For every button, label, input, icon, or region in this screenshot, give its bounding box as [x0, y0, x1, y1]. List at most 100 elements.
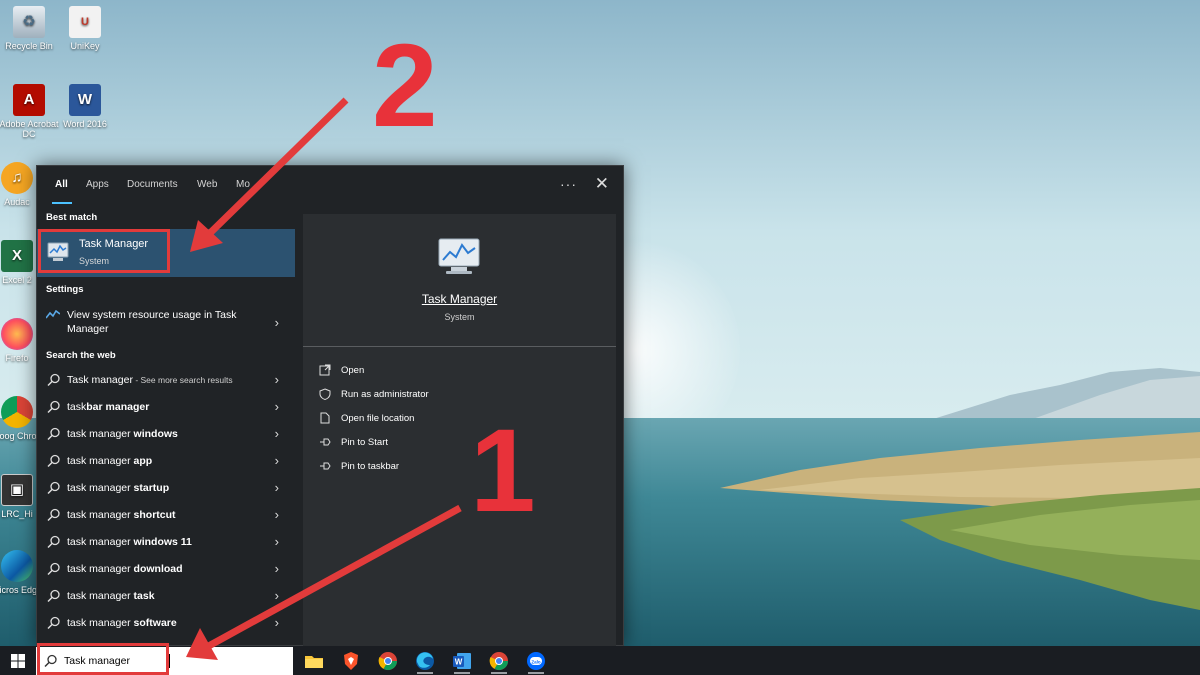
chevron-right-icon[interactable]: › [275, 480, 279, 495]
web-result[interactable]: task manager app › [37, 448, 295, 475]
running-indicator [528, 672, 544, 674]
chevron-right-icon[interactable]: › [275, 426, 279, 441]
web-result-completion: shortcut [130, 509, 176, 521]
web-result-prefix: task [67, 401, 87, 413]
tab-documents[interactable]: Documents [127, 179, 178, 190]
web-result[interactable]: task manager task › [37, 583, 295, 610]
word-icon[interactable]: W [451, 650, 473, 672]
file-location-icon [320, 412, 330, 424]
desktop-icon-adobe-acrobat[interactable]: A Adobe Acrobat DC [0, 84, 60, 139]
tab-web[interactable]: Web [197, 179, 217, 190]
web-result[interactable]: task manager download › [37, 556, 295, 583]
chrome-icon[interactable] [377, 650, 399, 672]
web-result-label: task manager shortcut [67, 509, 176, 521]
open-icon [319, 364, 331, 376]
web-result-completion: software [130, 617, 177, 629]
chevron-right-icon[interactable]: › [275, 453, 279, 468]
annotation-box-best-match [38, 229, 170, 273]
web-result-prefix: task manager [67, 590, 131, 602]
web-result[interactable]: task manager windows 11 › [37, 529, 295, 556]
web-result-label: task manager startup [67, 482, 169, 494]
action-open-file-location[interactable]: Open file location [319, 410, 599, 430]
action-label: Open [341, 365, 365, 376]
action-open[interactable]: Open [319, 362, 599, 382]
chevron-right-icon[interactable]: › [275, 507, 279, 522]
web-result-completion: windows [130, 428, 178, 440]
web-result-label: task manager app [67, 455, 152, 467]
chevron-right-icon[interactable]: › [275, 399, 279, 414]
search-icon [47, 481, 60, 495]
chevron-right-icon[interactable]: › [275, 615, 279, 630]
annotation-number-2: 2 [372, 20, 438, 152]
web-result-suffix: - See more search results [132, 375, 233, 385]
chevron-right-icon[interactable]: › [275, 534, 279, 549]
action-pin-to-taskbar[interactable]: Pin to taskbar [319, 458, 599, 478]
pin-icon [320, 438, 331, 446]
more-options-icon[interactable]: ··· [560, 176, 577, 192]
performance-graph-icon [46, 310, 60, 319]
annotation-box-search [37, 643, 169, 675]
action-label: Pin to Start [341, 437, 388, 448]
close-icon[interactable]: ✕ [595, 174, 609, 194]
web-result-prefix: task manager [67, 455, 131, 467]
web-result[interactable]: task manager windows › [37, 421, 295, 448]
file-explorer-icon[interactable] [303, 650, 325, 672]
tab-apps[interactable]: Apps [86, 179, 109, 190]
web-result-label: task manager task [67, 590, 155, 602]
web-result-completion: bar manager [86, 401, 150, 413]
action-label: Open file location [341, 413, 415, 424]
edge-icon [1, 550, 33, 582]
web-result-label: task manager windows [67, 428, 178, 440]
action-label: Run as administrator [341, 389, 429, 400]
web-result-completion: windows 11 [130, 536, 192, 548]
desktop-icon-recycle-bin[interactable]: ♻ Recycle Bin [0, 6, 60, 51]
search-icon [47, 373, 60, 387]
preview-title[interactable]: Task Manager [303, 292, 616, 306]
web-result-label: task manager software [67, 617, 177, 629]
action-pin-to-start[interactable]: Pin to Start [319, 434, 599, 454]
desktop-icon-word-2016[interactable]: W Word 2016 [54, 84, 116, 129]
web-result-label: task manager windows 11 [67, 536, 192, 548]
task-manager-large-icon [438, 238, 480, 274]
divider [303, 346, 616, 347]
svg-text:W: W [455, 658, 463, 667]
firefox-icon [1, 318, 33, 350]
unikey-icon: U [69, 6, 101, 38]
web-result-label: task manager download [67, 563, 183, 575]
pin-icon [320, 462, 331, 470]
web-result-see-more[interactable]: Task manager - See more search results › [37, 367, 295, 394]
settings-result-resource-usage[interactable]: View system resource usage in Task Manag… [37, 306, 295, 344]
web-result-prefix: task manager [67, 509, 131, 521]
svg-text:Zalo: Zalo [531, 659, 541, 664]
text-caret [169, 654, 170, 668]
audacity-icon: ♫ [1, 162, 33, 194]
web-result[interactable]: task manager software › [37, 610, 295, 637]
edge-icon[interactable] [414, 650, 436, 672]
web-result-query: Task manager [67, 374, 133, 386]
word-icon: W [69, 84, 101, 116]
brave-icon[interactable] [340, 650, 362, 672]
chevron-right-icon[interactable]: › [275, 315, 279, 330]
web-result-prefix: task manager [67, 617, 131, 629]
tab-all[interactable]: All [55, 179, 68, 190]
web-result-prefix: task manager [67, 482, 131, 494]
chevron-right-icon[interactable]: › [275, 372, 279, 387]
tab-more[interactable]: Mo [236, 179, 250, 190]
web-result-prefix: task manager [67, 563, 131, 575]
web-result-completion: app [130, 455, 153, 467]
web-result[interactable]: taskbar manager › [37, 394, 295, 421]
chrome-icon[interactable] [488, 650, 510, 672]
chevron-right-icon[interactable]: › [275, 561, 279, 576]
chevron-right-icon[interactable]: › [275, 588, 279, 603]
web-result[interactable]: task manager shortcut › [37, 502, 295, 529]
web-result-completion: task [130, 590, 155, 602]
search-icon [47, 616, 60, 630]
chrome-icon [1, 396, 33, 428]
desktop-icon-unikey[interactable]: U UniKey [54, 6, 116, 51]
windows-start-icon[interactable] [10, 653, 26, 669]
action-run-as-admin[interactable]: Run as administrator [319, 386, 599, 406]
web-result[interactable]: task manager startup › [37, 475, 295, 502]
zalo-icon[interactable]: Zalo [525, 650, 547, 672]
desktop-icon-label: UniKey [70, 41, 100, 51]
lrc-icon: ▣ [1, 474, 33, 506]
